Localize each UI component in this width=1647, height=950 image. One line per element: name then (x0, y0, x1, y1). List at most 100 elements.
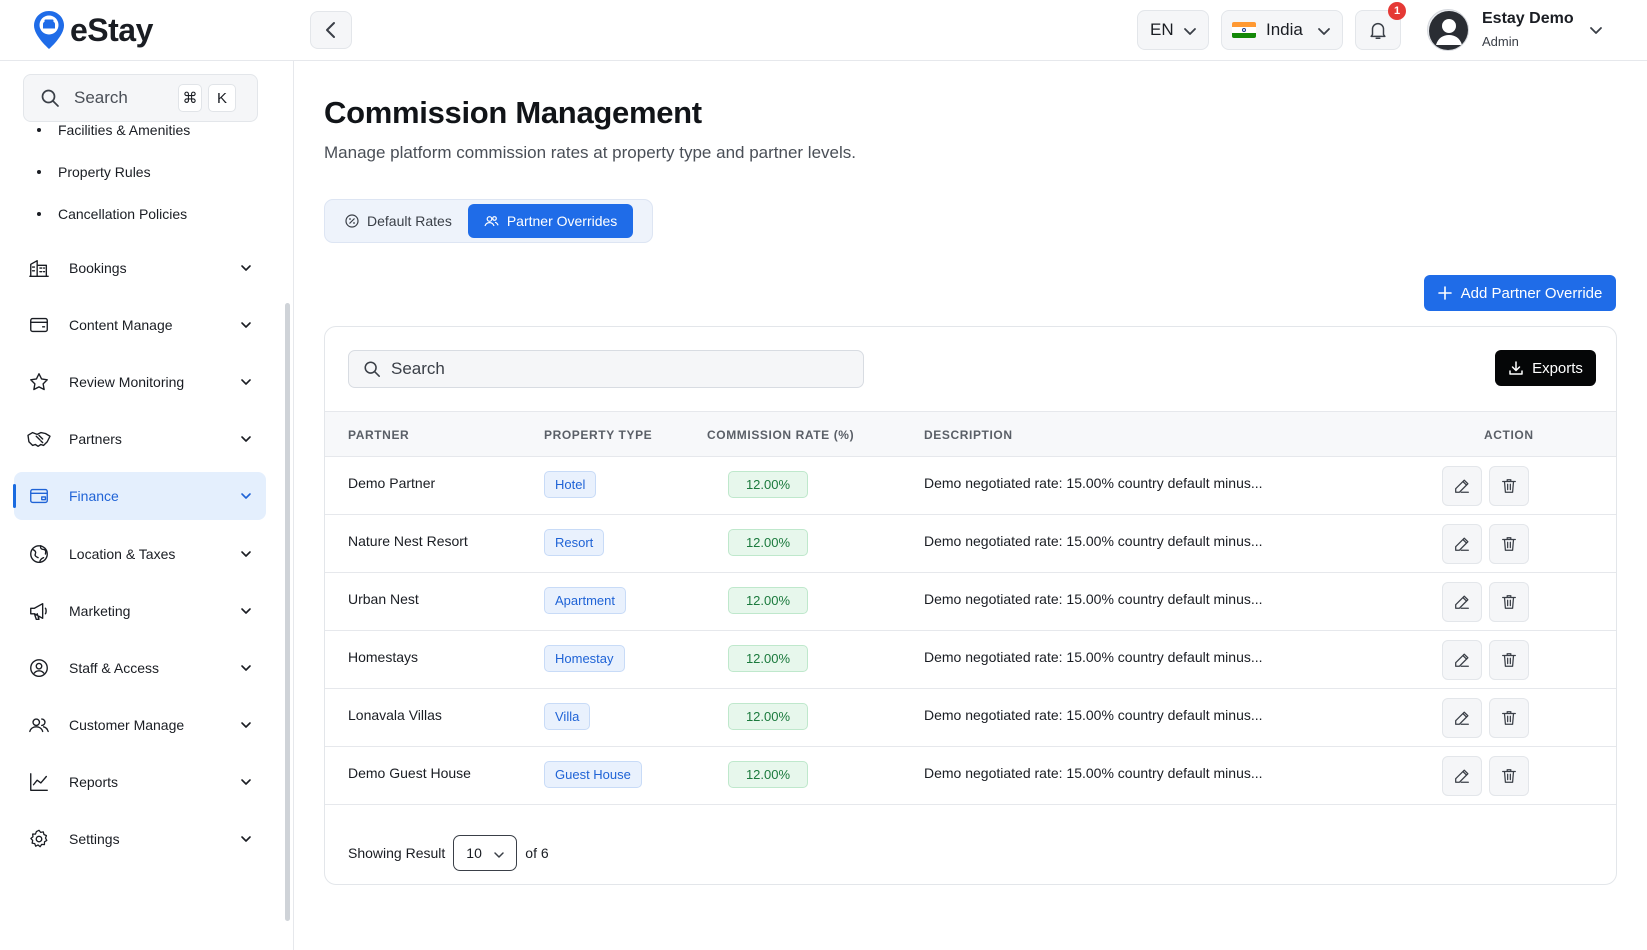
sidebar-item-staff-access[interactable]: Staff & Access (14, 644, 266, 692)
partner-name: Lonavala Villas (348, 707, 442, 723)
collapse-sidebar-button[interactable] (310, 11, 352, 49)
search-icon (364, 361, 380, 377)
edit-button[interactable] (1442, 466, 1482, 506)
sidebar-item-partners[interactable]: Partners (14, 415, 266, 463)
sidebar-item-content-manage[interactable]: Content Manage (14, 301, 266, 349)
users-icon (484, 214, 499, 228)
wallet-icon (27, 484, 51, 508)
subitem-label: Property Rules (58, 164, 151, 180)
table-row: Demo Guest House Guest House 12.00% Demo ne… (325, 747, 1616, 805)
chevron-down-icon[interactable] (1588, 22, 1604, 38)
delete-button[interactable] (1489, 698, 1529, 738)
sidebar-item-review-monitoring[interactable]: Review Monitoring (14, 358, 266, 406)
sidebar-item-reports[interactable]: Reports (14, 758, 266, 806)
column-header-description: DESCRIPTION (924, 428, 1013, 442)
sidebar-subitem-property-rules[interactable]: Property Rules (37, 162, 151, 182)
avatar[interactable] (1427, 9, 1469, 51)
edit-button[interactable] (1442, 698, 1482, 738)
property-type-badge: Apartment (544, 587, 626, 614)
subitem-label: Cancellation Policies (58, 206, 188, 222)
chevron-down-icon (494, 852, 505, 858)
sidebar-subitem-cancellation[interactable]: Cancellation Policies (37, 204, 187, 224)
table-row: Homestays Homestay 12.00% Demo negotiated r… (325, 631, 1616, 689)
sidebar-item-label: Reports (69, 774, 119, 790)
chevron-left-icon (326, 22, 335, 38)
chart-line-icon (27, 770, 51, 794)
sidebar-item-label: Partners (69, 431, 122, 447)
partner-name: Demo Guest House (348, 765, 471, 781)
property-type-badge: Hotel (544, 471, 597, 498)
chevron-down-icon (241, 722, 251, 728)
description-text: Demo negotiated rate: 15.00% country def… (924, 707, 1263, 723)
edit-pencil-icon (1453, 709, 1471, 727)
add-partner-override-button[interactable]: Add Partner Override (1424, 275, 1616, 311)
table-row: Lonavala Villas Villa 12.00% Demo negotiate… (325, 689, 1616, 747)
edit-button[interactable] (1442, 756, 1482, 796)
sidebar-item-label: Review Monitoring (69, 374, 185, 390)
tab-default-rates[interactable]: Default Rates (329, 204, 468, 238)
exports-button[interactable]: Exports (1495, 350, 1596, 386)
sidebar-item-customer-manage[interactable]: Customer Manage (14, 701, 266, 749)
total-count-label: of 6 (525, 845, 549, 861)
chevron-down-icon (241, 322, 251, 328)
sidebar-item-marketing[interactable]: Marketing (14, 587, 266, 635)
plus-icon (1437, 286, 1452, 300)
trash-icon (1500, 709, 1518, 727)
language-select[interactable]: EN (1137, 10, 1209, 50)
edit-button[interactable] (1442, 582, 1482, 622)
description-text: Demo negotiated rate: 15.00% country def… (924, 649, 1263, 665)
chevron-down-icon (1318, 28, 1330, 35)
sidebar-search-input[interactable]: Search ⌘ K (23, 74, 258, 122)
page-size-select[interactable]: 10 (453, 835, 518, 871)
sidebar-item-label: Customer Manage (69, 717, 185, 733)
sidebar-item-label: Content Manage (69, 317, 173, 333)
users-icon (27, 713, 51, 737)
commission-rate-badge: 12.00% (728, 645, 808, 672)
trash-icon (1500, 477, 1518, 495)
delete-button[interactable] (1489, 582, 1529, 622)
country-select[interactable]: India (1221, 10, 1343, 50)
delete-button[interactable] (1489, 756, 1529, 796)
wallet-icon (27, 313, 51, 337)
delete-button[interactable] (1489, 466, 1529, 506)
pagination-footer: Showing Result 10 of 6 (348, 835, 549, 871)
handshake-icon (27, 427, 51, 451)
command-key: ⌘ (178, 84, 202, 112)
table-search-input[interactable]: Search (348, 350, 864, 388)
edit-button[interactable] (1442, 524, 1482, 564)
app-logo[interactable]: eStay (32, 10, 153, 50)
column-header-action: ACTION (1484, 428, 1534, 442)
gear-icon (27, 827, 51, 851)
delete-button[interactable] (1489, 640, 1529, 680)
edit-pencil-icon (1453, 767, 1471, 785)
sidebar-item-settings[interactable]: Settings (14, 815, 266, 863)
exports-label: Exports (1532, 359, 1583, 377)
sidebar-subitem-facilities[interactable]: Facilities & Amenities (37, 120, 190, 140)
table-row: Demo Partner Hotel 12.00% Demo negotiated r… (325, 457, 1616, 515)
edit-button[interactable] (1442, 640, 1482, 680)
trash-icon (1500, 593, 1518, 611)
table-header: PARTNER PROPERTY TYPE COMMISSION RATE (%… (325, 411, 1616, 457)
active-indicator (13, 484, 16, 508)
chevron-down-icon (241, 665, 251, 671)
sidebar-item-label: Location & Taxes (69, 546, 176, 562)
column-header-property-type: PROPERTY TYPE (544, 428, 653, 442)
sidebar-item-label: Bookings (69, 260, 127, 276)
chevron-down-icon (1184, 28, 1196, 35)
sidebar-scrollbar[interactable] (285, 303, 290, 921)
description-text: Demo negotiated rate: 15.00% country def… (924, 591, 1263, 607)
sidebar-item-location-taxes[interactable]: Location & Taxes (14, 530, 266, 578)
user-avatar-icon (1429, 11, 1468, 50)
chevron-down-icon (241, 779, 251, 785)
tab-partner-overrides[interactable]: Partner Overrides (467, 204, 634, 238)
user-circle-icon (27, 656, 51, 680)
chevron-down-icon (241, 551, 251, 557)
star-icon (27, 370, 51, 394)
commission-rate-badge: 12.00% (728, 587, 808, 614)
app-name: eStay (70, 11, 153, 48)
notification-count-badge: 1 (1388, 2, 1406, 20)
delete-button[interactable] (1489, 524, 1529, 564)
sidebar-item-finance[interactable]: Finance (13, 472, 266, 520)
sidebar-item-bookings[interactable]: Bookings (14, 244, 266, 292)
building-icon (27, 256, 51, 280)
